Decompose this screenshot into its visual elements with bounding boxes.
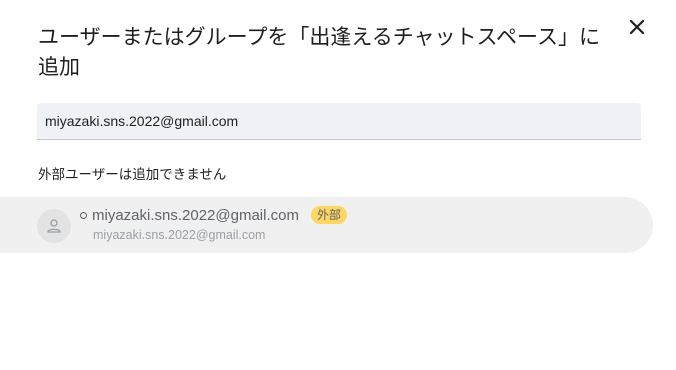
result-primary-line: miyazaki.sns.2022@gmail.com 外部 bbox=[80, 206, 347, 224]
external-user-warning: 外部ユーザーは追加できません bbox=[38, 167, 227, 183]
external-badge: 外部 bbox=[310, 206, 347, 224]
search-result-row[interactable]: miyazaki.sns.2022@gmail.com 外部 miyazaki.… bbox=[0, 197, 653, 253]
avatar bbox=[37, 209, 71, 243]
close-icon bbox=[629, 19, 645, 35]
dialog-title: ユーザーまたはグループを「出逢えるチャットスペース」に追加 bbox=[38, 25, 600, 79]
search-field[interactable] bbox=[37, 103, 641, 140]
person-icon bbox=[47, 219, 61, 233]
result-primary-name: miyazaki.sns.2022@gmail.com bbox=[92, 206, 299, 224]
result-secondary-email: miyazaki.sns.2022@gmail.com bbox=[93, 228, 266, 242]
search-input[interactable] bbox=[45, 103, 625, 139]
status-circle-icon bbox=[80, 211, 87, 219]
close-button[interactable] bbox=[622, 12, 652, 42]
